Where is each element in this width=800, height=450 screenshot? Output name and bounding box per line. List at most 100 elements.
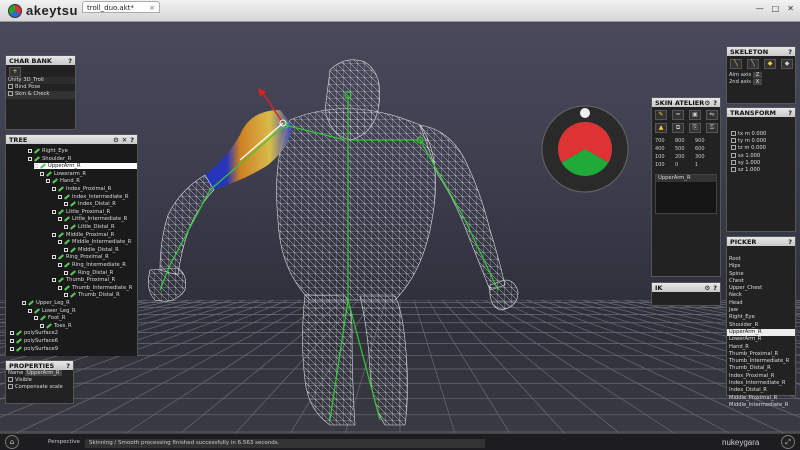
expand-toggle[interactable] — [64, 225, 68, 229]
expand-toggle[interactable] — [28, 308, 32, 313]
tree-item[interactable]: Upper_Leg_R — [22, 300, 70, 306]
picker-item[interactable]: Chest — [727, 278, 795, 285]
help-icon[interactable]: ? — [130, 136, 134, 144]
expand-toggle[interactable] — [34, 316, 38, 321]
expand-toggle[interactable] — [40, 171, 44, 176]
tree-item[interactable]: Ring_Distal_R — [64, 270, 113, 276]
bone-tool-icon[interactable]: ◆ — [764, 59, 776, 69]
settings-icon[interactable]: ⚙ — [113, 136, 119, 144]
picker-item[interactable]: LowerArm_R — [727, 336, 795, 343]
expand-toggle[interactable] — [10, 331, 14, 336]
minimize-button[interactable]: — — [756, 4, 764, 13]
picker-item[interactable]: Thumb_Proximal_R — [727, 351, 795, 358]
picker-item[interactable]: Root — [727, 256, 795, 263]
tree-item[interactable]: Ring_Intermediate_R — [58, 262, 126, 268]
expand-toggle[interactable] — [40, 323, 44, 328]
transform-value[interactable]: sy 1.000 — [729, 159, 793, 167]
expand-toggle[interactable] — [28, 156, 32, 161]
expand-toggle[interactable] — [34, 164, 38, 169]
expand-toggle[interactable] — [64, 293, 68, 298]
color-wheel-widget[interactable] — [541, 105, 629, 193]
bone-tool-icon[interactable]: ◆ — [781, 59, 793, 69]
compensate-row[interactable]: Compensate scale — [6, 384, 73, 391]
expand-toggle[interactable] — [52, 255, 56, 260]
expand-toggle[interactable] — [52, 232, 56, 237]
expand-toggle[interactable] — [10, 339, 14, 343]
picker-item[interactable]: Index_Intermediate_R — [727, 380, 795, 387]
add-character-icon[interactable]: + — [9, 67, 21, 77]
aim-axis-row[interactable]: Aim axis Z — [727, 72, 795, 79]
settings-icon[interactable]: ⚙ — [704, 99, 710, 107]
picker-item[interactable]: Head — [727, 300, 795, 307]
expand-toggle[interactable] — [58, 217, 62, 222]
home-icon[interactable]: ⌂ — [5, 435, 19, 449]
close-tab-icon[interactable]: × — [149, 4, 155, 12]
tree-item[interactable]: Thumb_Distal_R — [64, 292, 120, 298]
tree-item[interactable]: Thumb_Intermediate_R — [58, 285, 132, 291]
tree-item[interactable]: Hand_R — [46, 178, 80, 184]
help-icon[interactable]: ? — [68, 57, 72, 65]
picker-item[interactable]: UpperArm_R — [727, 328, 795, 337]
tree-item[interactable]: Ring_Proximal_R — [52, 254, 109, 260]
expand-toggle[interactable] — [46, 179, 50, 184]
copy-icon[interactable]: ⧉ — [672, 123, 684, 133]
influence-list[interactable]: UpperArm_R — [655, 174, 717, 214]
influence-item[interactable]: UpperArm_R — [656, 175, 716, 183]
tree-item[interactable]: Foot_R — [34, 315, 65, 321]
tree-item[interactable]: Little_Distal_R — [64, 224, 115, 230]
smooth-icon[interactable]: ≈ — [672, 110, 684, 120]
expand-toggle[interactable] — [28, 149, 32, 153]
picker-item[interactable]: Hips — [727, 263, 795, 270]
tree-list[interactable]: Right_Eye Shoulder_R UpperArm_R Lowerarm_R H… — [6, 144, 137, 356]
tree-item[interactable]: polySurface6 — [10, 338, 58, 344]
expand-toggle[interactable] — [64, 247, 68, 252]
close-icon[interactable]: ✕ — [122, 136, 127, 144]
name-field[interactable]: UpperArm_R — [24, 370, 62, 376]
flood-icon[interactable]: ▣ — [689, 110, 701, 120]
tree-item[interactable]: Toes_R — [40, 323, 72, 329]
help-icon[interactable]: ? — [788, 109, 792, 117]
help-icon[interactable]: ? — [713, 99, 717, 107]
tree-item[interactable]: Lower_Leg_R — [28, 308, 76, 314]
weight-icon[interactable]: ▲ — [655, 123, 667, 133]
close-window-button[interactable]: ✕ — [787, 4, 794, 13]
transform-value[interactable]: tx m 0.000 — [729, 131, 793, 138]
maximize-button[interactable]: □ — [772, 4, 780, 13]
char-bank-item[interactable]: Skin & Check — [6, 91, 75, 99]
tree-item[interactable]: Index_Intermediate_R — [58, 194, 129, 200]
tree-item[interactable]: polySurface9 — [10, 346, 58, 352]
lock-icon[interactable]: ⚿ — [706, 123, 718, 133]
help-icon[interactable]: ? — [66, 362, 70, 370]
tree-item[interactable]: Right_Eye — [28, 148, 68, 154]
expand-toggle[interactable] — [58, 285, 62, 290]
transform-value[interactable]: sx 1.000 — [729, 152, 793, 160]
bone-tool-icon[interactable]: ╲ — [747, 59, 759, 69]
tree-item[interactable]: Middle_Intermediate_R — [58, 239, 131, 245]
tree-item[interactable]: Lowerarm_R — [40, 171, 86, 177]
expand-toggle[interactable] — [64, 270, 68, 275]
transform-value[interactable]: ty m 0.000 — [729, 138, 793, 145]
expand-toggle[interactable] — [22, 301, 26, 305]
paste-icon[interactable]: ⎘ — [689, 123, 701, 133]
troll-mesh[interactable] — [148, 59, 519, 426]
char-bank-item[interactable]: Bind Pose — [6, 84, 75, 91]
picker-item[interactable]: Neck — [727, 292, 795, 299]
expand-toggle[interactable] — [52, 187, 56, 191]
picker-item[interactable]: Middle_Intermediate_R — [727, 402, 795, 409]
tree-item[interactable]: Little_Intermediate_R — [58, 216, 127, 222]
picker-item[interactable]: Spine — [727, 271, 795, 278]
picker-list[interactable]: Root Hips Spine Chest Upper_Chest Neck Head Jaw… — [727, 246, 795, 409]
picker-item[interactable]: Jaw — [727, 307, 795, 314]
expand-toggle[interactable] — [52, 278, 56, 283]
picker-item[interactable]: Index_Proximal_R — [727, 373, 795, 380]
visible-row[interactable]: Visible — [6, 377, 73, 384]
expand-toggle[interactable] — [58, 194, 62, 199]
picker-item[interactable]: Upper_Chest — [727, 285, 795, 292]
brush-icon[interactable]: ✎ — [655, 110, 667, 120]
expand-toggle[interactable] — [10, 346, 14, 351]
tree-item[interactable]: Index_Distal_R — [64, 201, 116, 207]
tree-item[interactable]: polySurface2 — [10, 330, 58, 336]
fullscreen-icon[interactable]: ⤢ — [781, 435, 795, 449]
help-icon[interactable]: ? — [788, 238, 792, 246]
tree-item[interactable]: Index_Proximal_R — [52, 186, 111, 192]
